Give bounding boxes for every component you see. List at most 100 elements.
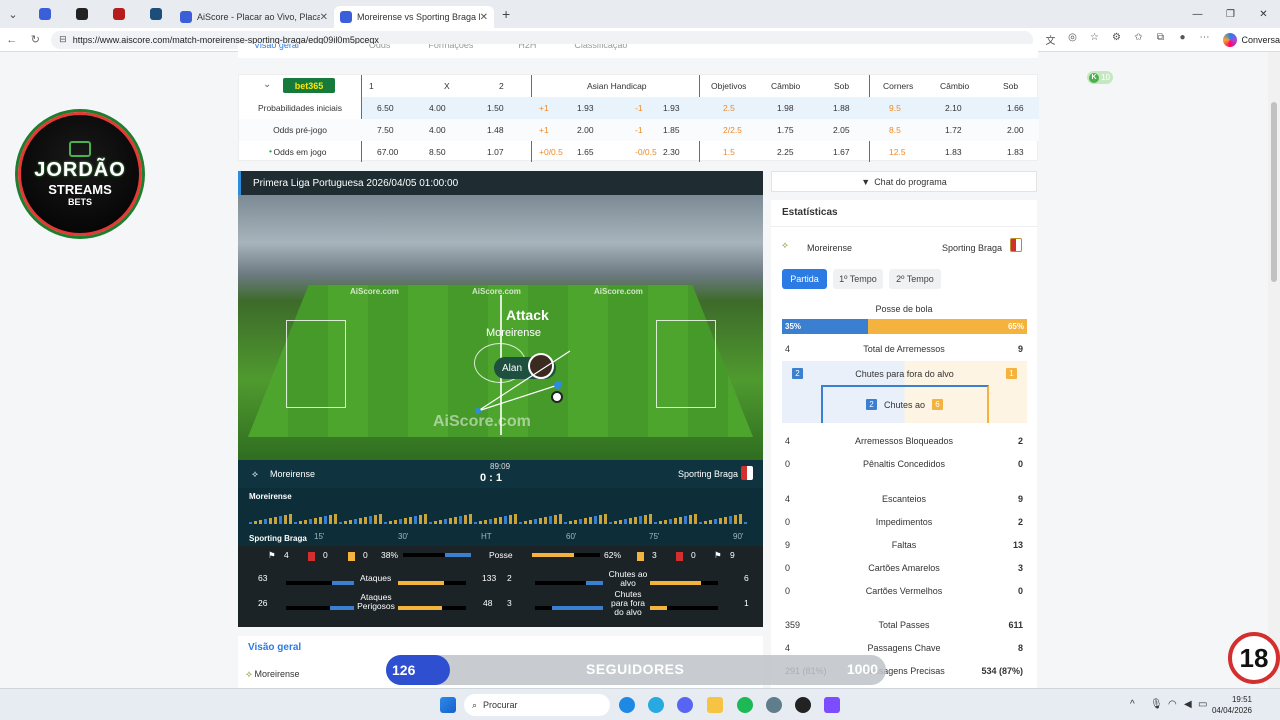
odds-cell[interactable]: 1.83 (1007, 147, 1024, 157)
close-icon[interactable]: ✕ (320, 12, 328, 23)
tray-chevron-icon[interactable]: ^ (1130, 699, 1135, 710)
odds-cell[interactable]: 1.93 (663, 103, 680, 113)
odds-cell[interactable]: +1 (539, 103, 549, 113)
tab-pinned-4[interactable] (137, 0, 174, 28)
odds-cell[interactable]: 2.25 (777, 147, 794, 157)
odds-cell[interactable]: 2.05 (833, 125, 850, 135)
timeline-bar (594, 516, 597, 524)
odds-cell[interactable]: 8.5 (889, 125, 901, 135)
edge-icon[interactable] (619, 697, 635, 713)
back-icon[interactable]: ← (0, 34, 24, 46)
odds-cell[interactable]: 1.75 (777, 125, 794, 135)
odds-cell[interactable]: 1.93 (577, 103, 594, 113)
translate-icon[interactable]: 文 (1039, 32, 1061, 47)
tab-second-half[interactable]: 2º Tempo (889, 269, 941, 289)
odds-cell[interactable]: 2/2.5 (723, 125, 742, 135)
odds-cell[interactable]: 12.5 (889, 147, 906, 157)
tab-odds[interactable]: Odds (369, 44, 391, 58)
wifi-icon[interactable]: ◠ (1168, 699, 1177, 710)
play-icon (69, 141, 91, 157)
tab-match[interactable]: Moreirense vs Sporting Braga live ✕ (334, 6, 494, 28)
close-window-icon[interactable]: ✕ (1247, 0, 1280, 28)
tab-standings[interactable]: Classificação (574, 44, 627, 58)
maximize-icon[interactable]: ❐ (1214, 0, 1247, 28)
obs-icon[interactable] (795, 697, 811, 713)
new-tab-icon[interactable]: + (502, 6, 510, 22)
app-icon[interactable] (824, 697, 840, 713)
chevron-down-icon[interactable]: ⌄ (263, 79, 271, 90)
copilot-button[interactable]: Conversa (1223, 32, 1280, 47)
col-header-1: 1 (369, 81, 374, 91)
discord-icon[interactable] (677, 697, 693, 713)
timeline-bar (734, 515, 737, 524)
clock[interactable]: 19:51 04/04/2026 (1212, 694, 1252, 716)
odds-cell[interactable]: 4.00 (429, 125, 446, 135)
odds-cell[interactable]: 67.00 (377, 147, 398, 157)
odds-cell[interactable]: 1.65 (577, 147, 594, 157)
tab-pinned-3[interactable] (100, 0, 137, 28)
odds-cell[interactable]: 1.85 (663, 125, 680, 135)
battery-icon[interactable]: ▭ (1198, 699, 1207, 710)
favorites-icon[interactable]: ✩ (1127, 32, 1149, 47)
bookmaker-badge[interactable]: bet365 (283, 78, 335, 93)
odds-cell[interactable]: 2.00 (577, 125, 594, 135)
close-icon[interactable]: ✕ (480, 12, 488, 23)
profile-icon[interactable]: ● (1171, 32, 1193, 47)
reader-icon[interactable]: ◎ (1061, 32, 1083, 47)
odds-cell[interactable]: 9.5 (889, 103, 901, 113)
tab-aiscore[interactable]: AiScore - Placar ao Vivo, Placar de ✕ (174, 6, 334, 28)
spotify-icon[interactable] (737, 697, 753, 713)
tab-lineups[interactable]: Formações (428, 44, 473, 58)
odds-cell[interactable]: 2.30 (663, 147, 680, 157)
timeline-bar (659, 521, 662, 524)
odds-cell[interactable]: 2.5 (723, 103, 735, 113)
odds-cell[interactable]: 1.50 (487, 103, 504, 113)
odds-cell[interactable]: 1.66 (1007, 103, 1024, 113)
extensions-icon[interactable]: ⚙ (1105, 32, 1127, 47)
scrollbar[interactable] (1268, 52, 1280, 688)
chat-toggle-button[interactable]: ▼ Chat do programa (771, 171, 1037, 192)
tab-first-half[interactable]: 1º Tempo (833, 269, 883, 289)
odds-cell[interactable]: 1.67 (833, 147, 850, 157)
odds-cell[interactable]: 1.07 (487, 147, 504, 157)
volume-icon[interactable]: ◀ (1184, 699, 1192, 710)
odds-cell[interactable]: 1.83 (945, 147, 962, 157)
odds-cell[interactable]: -1 (635, 125, 643, 135)
odds-cell[interactable]: 2.10 (945, 103, 962, 113)
folder-icon[interactable] (707, 697, 723, 713)
odds-cell[interactable]: 6.50 (377, 103, 394, 113)
refresh-icon[interactable]: ↻ (24, 33, 48, 46)
tab-actions-icon[interactable]: ⌄ (0, 0, 26, 28)
site-info-icon[interactable]: ⊟ (59, 34, 67, 45)
minimize-icon[interactable]: — (1181, 0, 1214, 28)
odds-cell[interactable]: 1.5 (723, 147, 735, 157)
odds-cell[interactable]: +0/0.5 (539, 147, 563, 157)
odds-cell[interactable]: 1.98 (777, 103, 794, 113)
collections-icon[interactable]: ⧉ (1149, 32, 1171, 47)
timeline-bar (669, 519, 672, 524)
odds-cell[interactable]: -1 (635, 103, 643, 113)
telegram-icon[interactable] (648, 697, 664, 713)
odds-cell[interactable]: -0/0.5 (635, 147, 657, 157)
odds-cell[interactable]: 1.72 (945, 125, 962, 135)
tab-h2h[interactable]: H2H (518, 44, 536, 58)
scrollbar-thumb[interactable] (1271, 102, 1277, 282)
windows-start-icon[interactable] (440, 697, 456, 713)
more-icon[interactable]: ⋯ (1193, 32, 1215, 47)
odds-cell[interactable]: 1.88 (833, 103, 850, 113)
odds-cell[interactable]: 7.50 (377, 125, 394, 135)
taskbar-search[interactable]: ⌕ Procurar (464, 694, 610, 716)
tab-partida[interactable]: Partida (782, 269, 827, 289)
odds-cell[interactable]: 4.00 (429, 103, 446, 113)
odds-cell[interactable]: 8.50 (429, 147, 446, 157)
tab-overview[interactable]: Visão geral (254, 44, 299, 58)
k10-badge[interactable]: K 10 (1087, 71, 1113, 84)
odds-cell[interactable]: 1.48 (487, 125, 504, 135)
odds-cell[interactable]: +1 (539, 125, 549, 135)
tab-pinned-1[interactable] (26, 0, 63, 28)
mic-icon[interactable]: 🎙 (1150, 699, 1163, 710)
favorite-star-icon[interactable]: ☆ (1083, 32, 1105, 47)
settings-icon[interactable] (766, 697, 782, 713)
odds-cell[interactable]: 2.00 (1007, 125, 1024, 135)
tab-pinned-2[interactable] (63, 0, 100, 28)
